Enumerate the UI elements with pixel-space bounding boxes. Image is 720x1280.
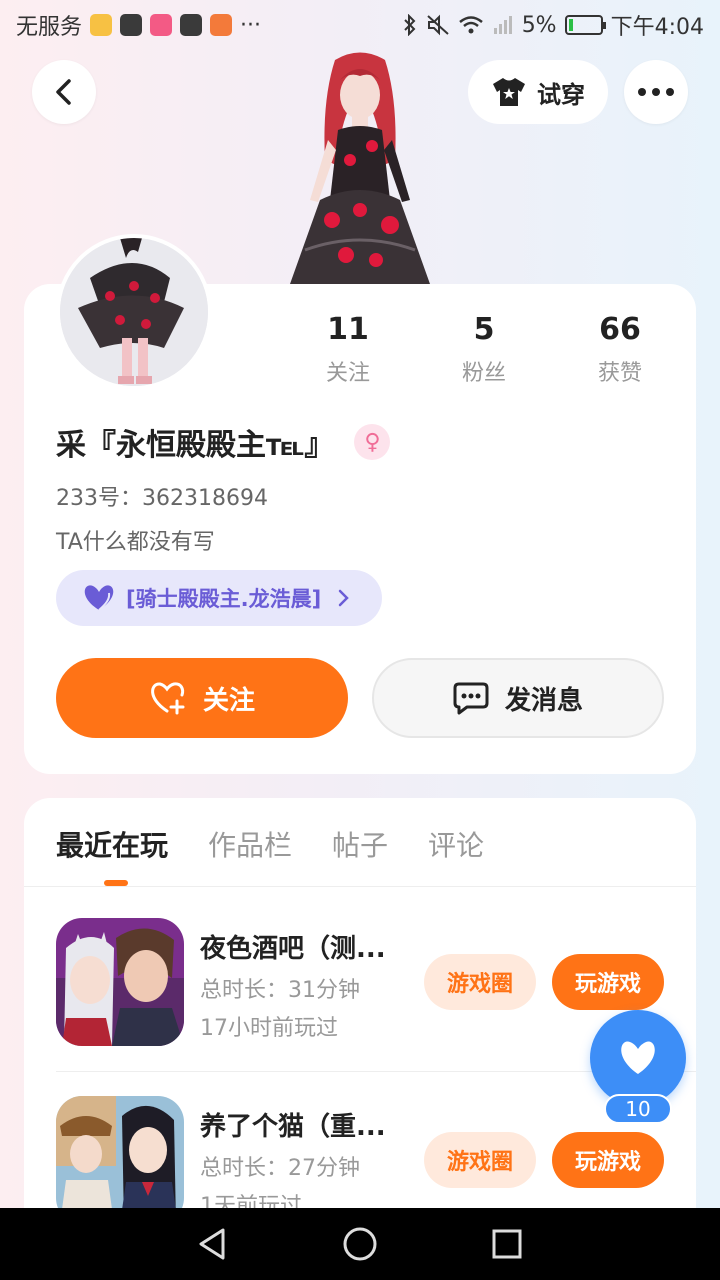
chevron-right-icon xyxy=(338,589,349,607)
guard-label: [骑士殿殿主.龙浩晨] xyxy=(126,587,322,611)
carrier-text: 无服务 xyxy=(16,15,83,40)
user-id: 233号：362318694 xyxy=(56,486,268,511)
follow-label: 关注 xyxy=(202,685,255,716)
more-notifications: ··· xyxy=(240,12,261,38)
stat-likes-count: 66 xyxy=(599,312,641,347)
guard-chip[interactable]: [骑士殿殿主.龙浩晨] xyxy=(56,570,382,626)
mute-icon xyxy=(427,14,449,36)
stat-likes-label: 获赞 xyxy=(597,361,642,386)
tab-works[interactable]: 作品栏 xyxy=(208,824,292,864)
more-dots-icon xyxy=(638,88,674,96)
game-duration: 总时长：27分钟 xyxy=(200,1156,360,1181)
profile-nickname: 采『永恒殿殿主℡』 ♀ xyxy=(56,420,391,464)
video-app-icon-2 xyxy=(180,14,203,36)
status-bar: 无服务 ··· 5% 下午4:04 xyxy=(0,0,720,50)
tshirt-icon xyxy=(493,78,525,106)
profile-stats: 11 关注 5 粉丝 66 获赞 xyxy=(280,312,688,387)
avatar[interactable] xyxy=(56,234,212,390)
list-item[interactable]: 养了个猫（重... 总时长：27分钟 1天前玩过 游戏圈 玩游戏 xyxy=(56,1096,666,1226)
system-nav-bar xyxy=(0,1208,720,1280)
stat-fans[interactable]: 5 粉丝 xyxy=(416,312,552,387)
clock: 下午4:04 xyxy=(610,15,704,40)
stat-following[interactable]: 11 关注 xyxy=(280,312,416,387)
list-item[interactable]: 夜色酒吧（测... 总时长：31分钟 17小时前玩过 游戏圈 玩游戏 xyxy=(56,918,666,1048)
game-title[interactable]: 夜色酒吧（测... xyxy=(200,928,386,965)
heart-plus-icon xyxy=(151,682,185,715)
kuaishou-app-icon xyxy=(150,14,173,36)
nickname-text: 采『永恒殿殿主℡』 xyxy=(56,428,335,463)
game-circle-button[interactable]: 游戏圈 xyxy=(424,954,536,1010)
back-arrow-icon xyxy=(56,79,71,105)
like-count-badge: 10 xyxy=(604,1094,672,1124)
profile-tabs: 最近在玩 作品栏 帖子 评论 xyxy=(56,824,484,864)
game-title[interactable]: 养了个猫（重... xyxy=(200,1106,386,1143)
stat-likes[interactable]: 66 获赞 xyxy=(552,312,688,387)
wifi-icon xyxy=(458,16,483,34)
stat-following-label: 关注 xyxy=(325,361,370,386)
kuaishou-app-icon-2 xyxy=(210,14,233,36)
try-on-label: 试穿 xyxy=(537,80,585,109)
message-label: 发消息 xyxy=(504,685,583,716)
chat-bubble-icon xyxy=(453,682,489,715)
purple-heart-icon xyxy=(84,585,114,611)
tab-comments[interactable]: 评论 xyxy=(428,824,484,864)
battery-percent: 5% xyxy=(521,12,557,38)
play-game-button[interactable]: 玩游戏 xyxy=(552,1132,664,1188)
avatar-3d-figure[interactable] xyxy=(280,50,440,284)
nav-recents-icon[interactable] xyxy=(489,1226,525,1262)
video-app-icon xyxy=(120,14,143,36)
more-button[interactable] xyxy=(624,60,688,124)
stat-fans-count: 5 xyxy=(473,312,495,347)
game-icon[interactable] xyxy=(56,918,184,1046)
nav-home-icon[interactable] xyxy=(342,1226,378,1262)
stat-fans-label: 粉丝 xyxy=(461,361,506,386)
stat-following-count: 11 xyxy=(327,312,369,347)
gender-symbol: ♀ xyxy=(364,429,381,455)
female-gender-icon: ♀ xyxy=(354,424,391,460)
user-bio: TA什么都没有写 xyxy=(56,530,215,555)
tab-posts[interactable]: 帖子 xyxy=(332,824,388,864)
tab-recent-play[interactable]: 最近在玩 xyxy=(56,824,168,864)
weibo-app-icon xyxy=(90,14,113,36)
game-circle-button[interactable]: 游戏圈 xyxy=(424,1132,536,1188)
recent-games-card: 最近在玩 作品栏 帖子 评论 夜色酒吧（测... 总时长：31分钟 17小时前玩… xyxy=(24,798,696,1228)
back-button[interactable] xyxy=(32,60,96,124)
game-duration: 总时长：31分钟 xyxy=(200,978,360,1003)
follow-button[interactable]: 关注 xyxy=(56,658,348,738)
bluetooth-icon xyxy=(403,14,416,36)
game-icon[interactable] xyxy=(56,1096,184,1224)
game-last-played: 17小时前玩过 xyxy=(200,1016,338,1041)
like-fab-button[interactable] xyxy=(590,1010,686,1106)
tabs-divider xyxy=(24,886,696,887)
send-message-button[interactable]: 发消息 xyxy=(372,658,664,738)
battery-icon xyxy=(564,15,606,35)
signal-icon xyxy=(493,16,512,34)
try-on-button[interactable]: 试穿 xyxy=(468,60,608,124)
heart-icon xyxy=(621,1041,655,1074)
nav-back-icon[interactable] xyxy=(195,1226,231,1262)
play-game-button[interactable]: 玩游戏 xyxy=(552,954,664,1010)
